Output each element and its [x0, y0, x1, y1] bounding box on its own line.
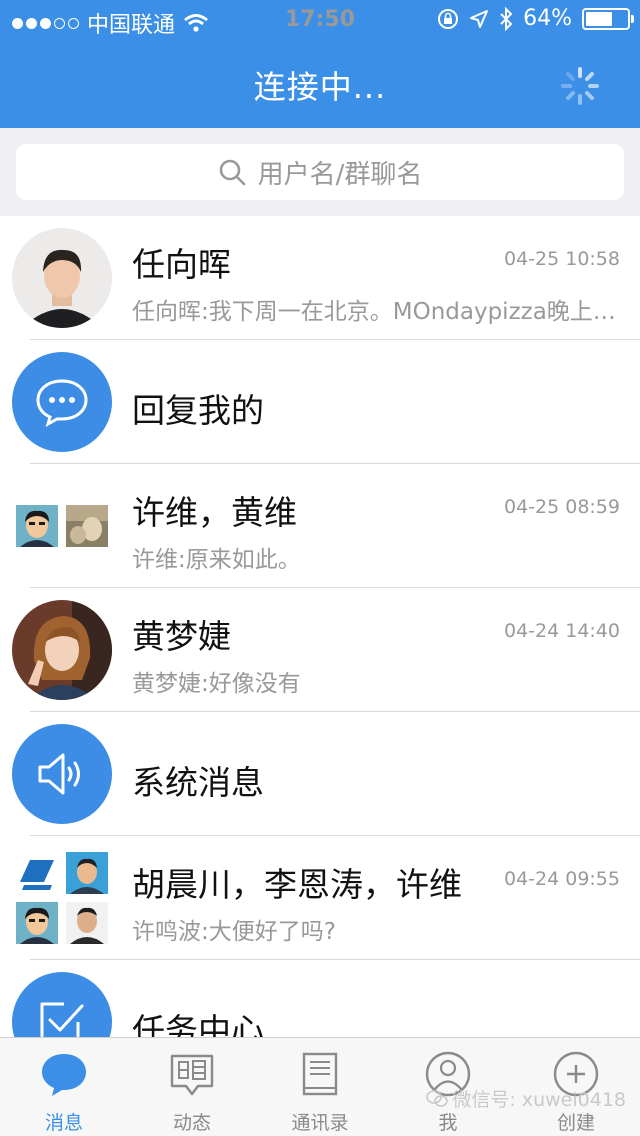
page-title: 连接中...	[253, 68, 387, 106]
loading-spinner-icon	[561, 67, 599, 105]
tab-label: 创建	[556, 1112, 595, 1134]
rotation-lock-icon	[438, 8, 459, 29]
conversation-time: 04-24 09:55	[503, 868, 620, 890]
bluetooth-icon	[500, 6, 513, 31]
conversation-name: 任向晖	[132, 245, 231, 284]
speaker-icon	[12, 724, 112, 824]
location-icon	[470, 9, 489, 28]
conversation-row[interactable]: 回复我的	[0, 340, 640, 464]
conversation-preview: 许维:原来如此。	[132, 547, 301, 573]
conversation-name: 回复我的	[132, 391, 264, 430]
tab-bar: 消息 动态 通讯录 我 创建 微信号: xuwei0418	[0, 1037, 640, 1136]
status-bar: 中国联通 17:50 64%	[0, 0, 640, 40]
conversation-name: 胡晨川，李恩涛，许维	[132, 865, 462, 904]
battery-percent: 64%	[523, 6, 572, 31]
tab-label: 动态	[172, 1112, 211, 1134]
search-icon	[219, 159, 245, 186]
conversation-list: 任向晖 04-25 10:58 任向晖:我下周一在北京。MOndaypizza晚…	[0, 216, 640, 1038]
tab-label: 消息	[44, 1112, 83, 1134]
avatar	[12, 228, 112, 328]
conversation-name: 黄梦婕	[132, 617, 231, 656]
tab-messages[interactable]: 消息	[0, 1038, 128, 1136]
contacts-icon	[302, 1052, 338, 1096]
conversation-row[interactable]: 任向晖 04-25 10:58 任向晖:我下周一在北京。MOndaypizza晚…	[0, 216, 640, 340]
wechat-logo-icon	[426, 1089, 449, 1107]
message-icon	[42, 1054, 86, 1096]
group-avatar	[16, 494, 108, 558]
watermark-text: 微信号: xuwei0418	[452, 1089, 626, 1111]
tab-contacts[interactable]: 通讯录	[256, 1038, 384, 1136]
conversation-preview: 黄梦婕:好像没有	[132, 671, 301, 697]
conversation-row[interactable]: 黄梦婕 04-24 14:40 黄梦婕:好像没有	[0, 588, 640, 712]
conversation-row[interactable]: 许维，黄维 04-25 08:59 许维:原来如此。	[0, 464, 640, 588]
chat-bubble-icon	[12, 352, 112, 452]
conversation-time: 04-25 10:58	[503, 248, 620, 270]
conversation-name: 许维，黄维	[132, 493, 297, 532]
tab-label: 通讯录	[291, 1112, 349, 1134]
conversation-row[interactable]: 系统消息	[0, 712, 640, 836]
conversation-time: 04-25 08:59	[503, 496, 620, 518]
search-area: 用户名/群聊名	[0, 128, 640, 216]
conversation-time: 04-24 14:40	[503, 620, 620, 642]
avatar	[12, 600, 112, 700]
news-icon	[170, 1054, 214, 1096]
tab-label: 我	[438, 1112, 458, 1134]
conversation-row[interactable]: 胡晨川，李恩涛，许维 04-24 09:55 许鸣波:大便好了吗?	[0, 836, 640, 960]
conversation-name: 系统消息	[132, 763, 264, 802]
top-bar: 中国联通 17:50 64% 连接中...	[0, 0, 640, 128]
battery-icon	[582, 7, 634, 30]
group-avatar	[16, 852, 108, 944]
tab-news[interactable]: 动态	[128, 1038, 256, 1136]
watermark: 微信号: xuwei0418	[426, 1085, 626, 1112]
conversation-preview: 许鸣波:大便好了吗?	[132, 919, 336, 945]
search-input[interactable]: 用户名/群聊名	[16, 144, 624, 200]
task-icon	[12, 972, 112, 1038]
search-placeholder: 用户名/群聊名	[257, 159, 423, 190]
conversation-preview: 任向晖:我下周一在北京。MOndaypizza晚上…	[132, 299, 616, 325]
conversation-name: 任务中心	[132, 1011, 264, 1038]
conversation-row[interactable]: 任务中心	[0, 960, 640, 1038]
